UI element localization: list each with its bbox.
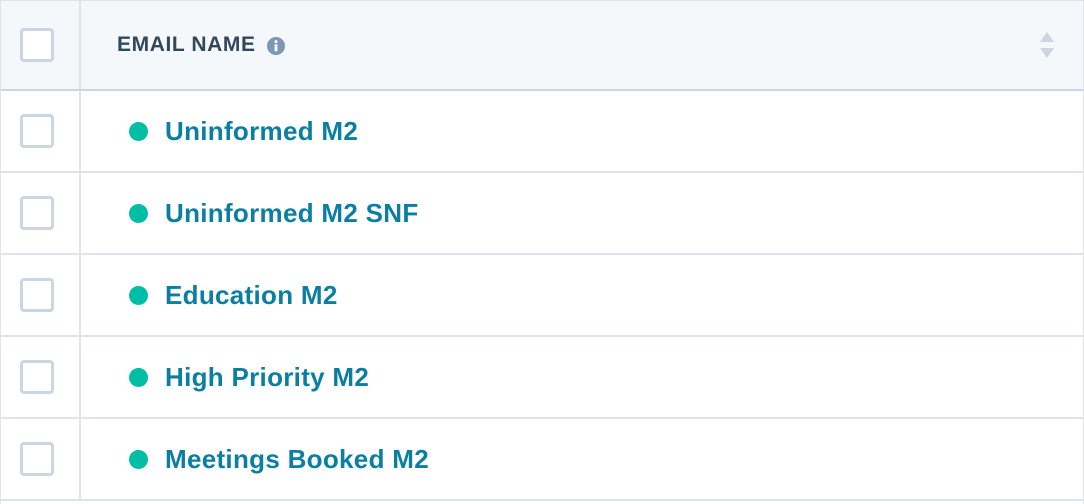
email-name-cell: Uninformed M2 (81, 91, 1083, 171)
table-row: Uninformed M2 SNF (1, 173, 1083, 255)
status-dot-icon (129, 285, 148, 305)
email-name-link[interactable]: Meetings Booked M2 (129, 444, 429, 475)
email-name-cell: Education M2 (81, 255, 1083, 335)
email-name-text: Uninformed M2 SNF (165, 197, 419, 228)
table-row: Uninformed M2 (1, 91, 1083, 173)
email-name-text: Meetings Booked M2 (165, 443, 429, 474)
email-name-text: Uninformed M2 (165, 115, 359, 146)
row-checkbox[interactable] (20, 442, 54, 476)
status-dot-icon (129, 367, 148, 387)
row-checkbox-cell (1, 419, 81, 499)
row-checkbox[interactable] (20, 278, 54, 312)
row-checkbox-cell (1, 173, 81, 253)
email-name-cell: High Priority M2 (81, 337, 1083, 417)
row-checkbox-cell (1, 91, 81, 171)
table-row: Education M2 (1, 255, 1083, 337)
email-name-text: Education M2 (165, 279, 338, 310)
email-name-text: High Priority M2 (165, 361, 370, 392)
email-name-cell: Meetings Booked M2 (81, 419, 1083, 499)
table-row: High Priority M2 (1, 337, 1083, 419)
info-circle-icon[interactable] (266, 36, 286, 56)
select-all-checkbox[interactable] (20, 28, 54, 62)
row-checkbox[interactable] (20, 360, 54, 394)
email-name-cell: Uninformed M2 SNF (81, 173, 1083, 253)
row-checkbox-cell (1, 337, 81, 417)
row-checkbox[interactable] (20, 196, 54, 230)
status-dot-icon (129, 449, 148, 469)
header-checkbox-cell (1, 1, 81, 89)
status-dot-icon (129, 121, 148, 141)
column-header-label: EMAIL NAME (117, 33, 256, 56)
status-dot-icon (129, 203, 148, 223)
row-checkbox[interactable] (20, 114, 54, 148)
email-table: EMAIL NAME Uninformed M2 Uninformed M2 S… (0, 0, 1084, 504)
table-header-row: EMAIL NAME (1, 1, 1083, 91)
email-name-link[interactable]: High Priority M2 (129, 362, 369, 393)
sort-arrows-icon[interactable] (1039, 30, 1055, 60)
row-checkbox-cell (1, 255, 81, 335)
table-row: Meetings Booked M2 (1, 419, 1083, 501)
email-name-column-header[interactable]: EMAIL NAME (81, 1, 1083, 89)
email-name-link[interactable]: Uninformed M2 SNF (129, 198, 419, 229)
email-name-link[interactable]: Education M2 (129, 280, 338, 311)
email-name-link[interactable]: Uninformed M2 (129, 116, 358, 147)
